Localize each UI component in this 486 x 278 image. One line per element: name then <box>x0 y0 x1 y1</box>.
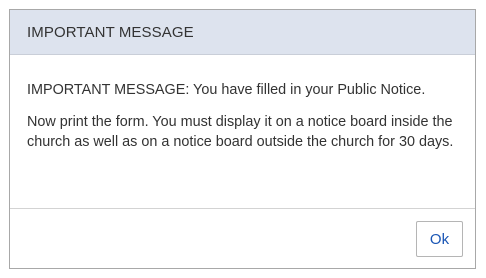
dialog-title: IMPORTANT MESSAGE <box>27 23 194 41</box>
important-message-dialog: IMPORTANT MESSAGE IMPORTANT MESSAGE: You… <box>9 9 476 269</box>
dialog-message-instructions: Now print the form. You must display it … <box>27 114 454 150</box>
dialog-body: IMPORTANT MESSAGE: You have filled in yo… <box>10 55 475 209</box>
ok-button[interactable]: Ok <box>416 221 463 257</box>
dialog-message-summary: IMPORTANT MESSAGE: You have filled in yo… <box>27 82 426 98</box>
dialog-header: IMPORTANT MESSAGE <box>10 10 475 55</box>
dialog-footer: Ok <box>10 209 475 268</box>
